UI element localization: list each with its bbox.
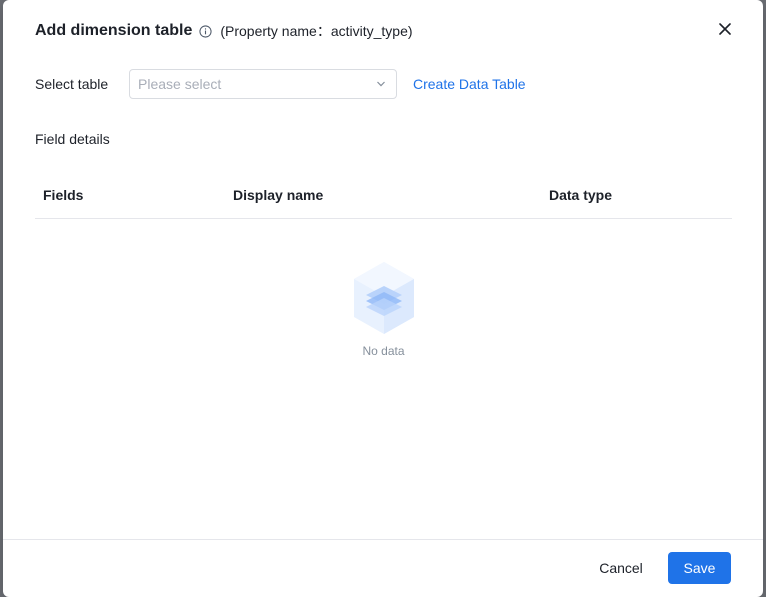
empty-state: No data: [35, 260, 732, 380]
dialog-title: Add dimension table: [35, 22, 193, 39]
create-data-table-link[interactable]: Create Data Table: [413, 76, 526, 92]
column-header-data-type: Data type: [549, 187, 613, 203]
field-details-table: Fields Display name Data type: [35, 172, 732, 219]
column-header-fields: Fields: [43, 187, 84, 203]
close-icon: [719, 23, 731, 35]
info-circle-icon[interactable]: [198, 24, 212, 38]
dialog-header: Add dimension table (Property name：activ…: [35, 18, 731, 44]
property-name-subtitle: (Property name：activity_type): [220, 23, 413, 39]
select-table-label: Select table: [35, 76, 109, 92]
table-header: Fields Display name Data type: [35, 172, 732, 219]
cancel-button[interactable]: Cancel: [581, 552, 661, 584]
select-table-row: Select table Please select Create Data T…: [35, 68, 526, 100]
save-button[interactable]: Save: [668, 552, 731, 584]
select-table-dropdown[interactable]: Please select: [129, 69, 397, 99]
field-details-heading: Field details: [35, 131, 110, 147]
dialog-footer: Cancel Save: [3, 539, 763, 597]
empty-box-icon: [353, 262, 414, 334]
close-button[interactable]: [715, 19, 735, 39]
select-table-placeholder: Please select: [138, 76, 222, 92]
chevron-down-icon: [376, 81, 386, 87]
column-header-display-name: Display name: [233, 187, 324, 203]
add-dimension-table-dialog: Add dimension table (Property name：activ…: [3, 0, 763, 597]
empty-state-text: No data: [362, 344, 405, 358]
